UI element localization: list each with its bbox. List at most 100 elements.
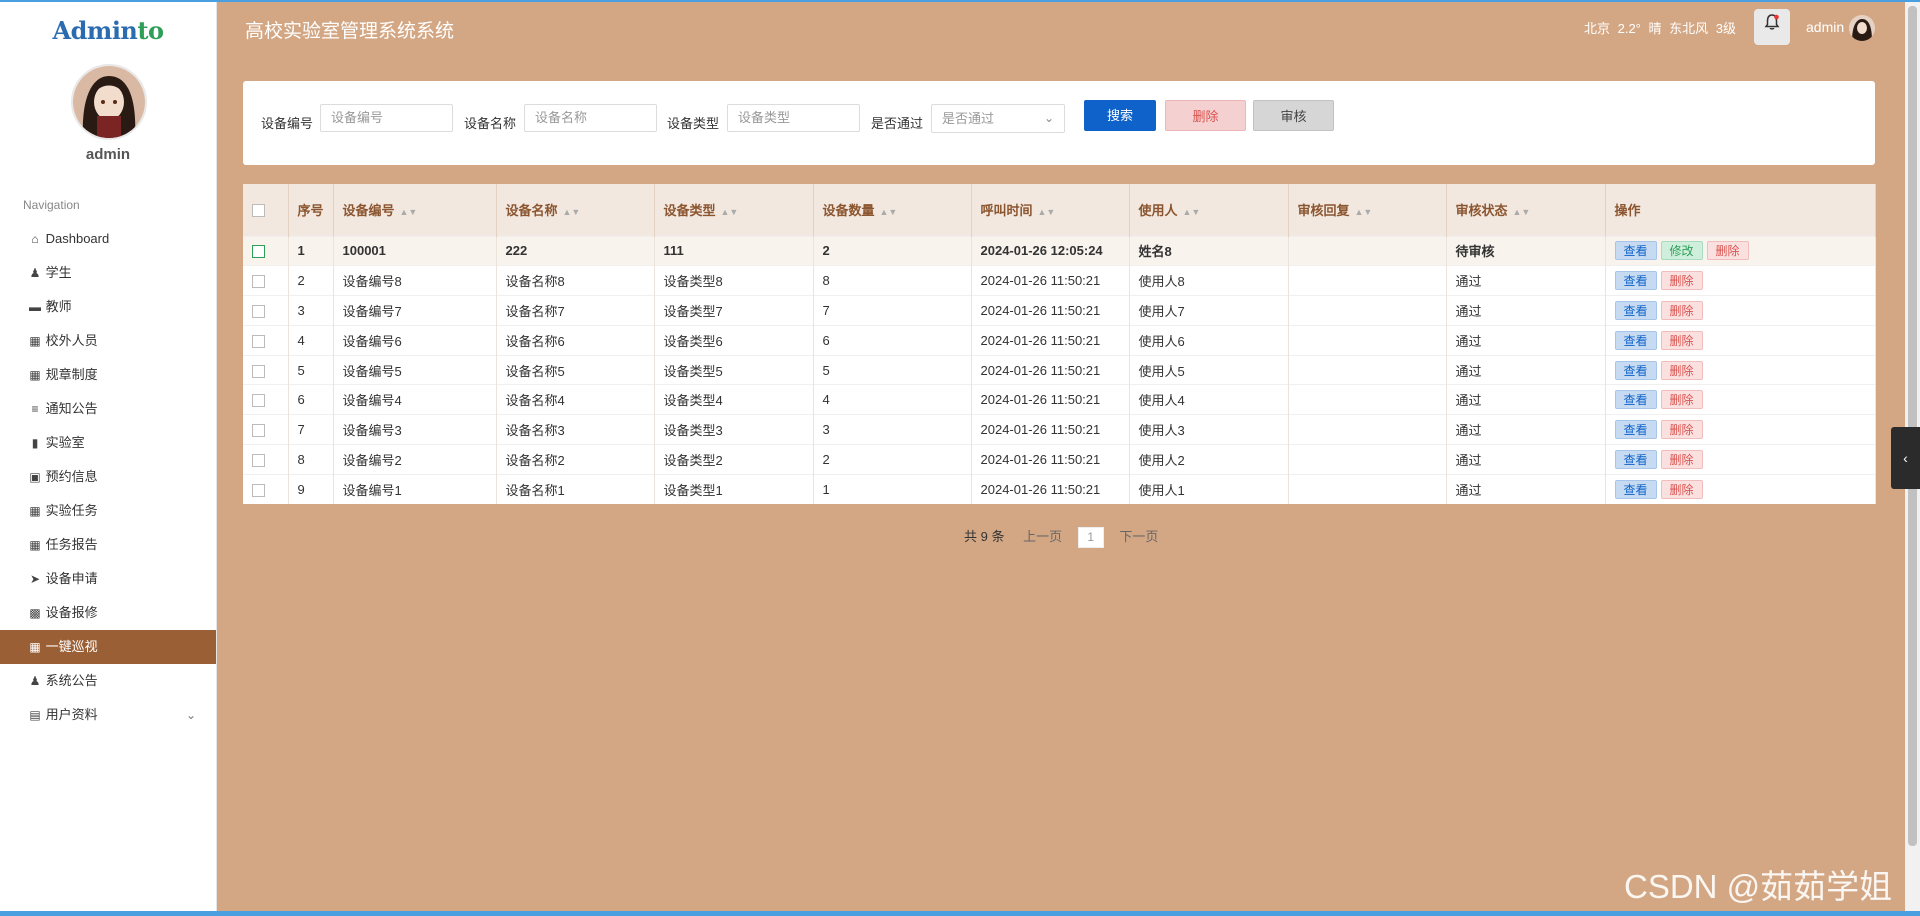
table-header-row: 序号 设备编号 ▲▼ 设备名称 ▲▼ 设备类型 ▲▼ 设备数量 ▲▼ 呼叫时间 ▲▼ 使用… [243, 184, 1876, 236]
sidebar-item-equipment-apply[interactable]: ➤ 设备申请 [0, 562, 216, 596]
approved-select[interactable]: 是否通过 ⌄ [931, 104, 1065, 133]
row-checkbox[interactable] [252, 245, 265, 259]
sort-icon[interactable]: ▲▼ [1513, 207, 1531, 217]
search-button[interactable]: 搜索 [1084, 100, 1156, 131]
col-header-time[interactable]: 呼叫时间 ▲▼ [971, 184, 1130, 236]
status-cell: 通过 [1446, 414, 1606, 445]
page-number-1[interactable]: 1 [1077, 527, 1104, 548]
col-header-status[interactable]: 审核状态 ▲▼ [1446, 184, 1606, 236]
sidebar-item-tasks[interactable]: ▦ 实验任务 [0, 494, 216, 528]
row-checkbox[interactable] [252, 484, 265, 498]
view-button[interactable]: 查看 [1614, 360, 1657, 380]
device-type-input[interactable]: 设备类型 [727, 104, 860, 132]
row-select-cell [243, 295, 289, 326]
header-username[interactable]: admin [1806, 19, 1844, 35]
actions-cell: 查看 删除 [1605, 384, 1876, 415]
header-avatar[interactable] [1849, 15, 1875, 41]
sidebar-item-reports[interactable]: ▦ 任务报告 [0, 528, 216, 562]
sidebar-item-patrol[interactable]: ▦ 一键巡视 [0, 630, 216, 664]
device-type-label: 设备类型 [667, 116, 720, 131]
row-checkbox[interactable] [252, 454, 265, 467]
time-cell: 2024-01-26 11:50:21 [971, 325, 1130, 356]
watermark: CSDN @茹茹学姐 [1624, 868, 1893, 905]
col-header-code[interactable]: 设备编号 ▲▼ [333, 184, 497, 236]
bottom-progress-bar [0, 911, 1920, 916]
sidebar-avatar[interactable] [71, 64, 147, 140]
type-cell: 设备类型5 [654, 355, 814, 385]
edit-button[interactable]: 修改 [1660, 241, 1703, 261]
sort-icon[interactable]: ▲▼ [1038, 207, 1056, 217]
view-button[interactable]: 查看 [1614, 420, 1657, 440]
sidebar-item-rules[interactable]: ▦ 规章制度 [0, 358, 216, 392]
view-button[interactable]: 查看 [1614, 300, 1657, 320]
delete-button[interactable]: 删除 [1660, 449, 1703, 469]
col-header-type[interactable]: 设备类型 ▲▼ [654, 184, 814, 236]
sidebar-item-labs[interactable]: ▮ 实验室 [0, 426, 216, 460]
row-select-cell [243, 355, 289, 385]
sort-icon[interactable]: ▲▼ [1355, 207, 1373, 217]
row-checkbox[interactable] [252, 394, 265, 408]
time-cell: 2024-01-26 12:05:24 [971, 236, 1130, 266]
view-button[interactable]: 查看 [1614, 330, 1657, 350]
sidebar-item-user-profile[interactable]: ▤ 用户资料 ⌄ [0, 698, 216, 732]
row-checkbox[interactable] [252, 334, 265, 348]
scrollbar-thumb[interactable] [1908, 6, 1917, 846]
table-row: 1 100001 222 111 2 2024-01-26 12:05:24 姓名8 待审核查… [243, 236, 1876, 266]
view-button[interactable]: 查看 [1614, 480, 1657, 500]
card-icon: ▤ [29, 708, 41, 722]
col-header-qty[interactable]: 设备数量 ▲▼ [813, 184, 972, 236]
sort-icon[interactable]: ▲▼ [1183, 207, 1201, 217]
delete-button[interactable]: 删除 [1660, 300, 1703, 320]
clipboard-icon: ▣ [29, 470, 41, 484]
device-code-input[interactable]: 设备编号 [320, 104, 453, 132]
view-button[interactable]: 查看 [1614, 449, 1657, 469]
sidebar-item-external[interactable]: ▦ 校外人员 [0, 324, 216, 358]
sidebar-item-equipment-repair[interactable]: ▩ 设备报修 [0, 596, 216, 630]
view-button[interactable]: 查看 [1614, 271, 1657, 291]
delete-button[interactable]: 删除 [1706, 241, 1749, 261]
sidebar-item-notices[interactable]: ≡ 通知公告 [0, 392, 216, 426]
delete-button[interactable]: 删除 [1660, 360, 1703, 380]
app-logo[interactable]: Adminto [0, 16, 216, 45]
notification-button[interactable] [1754, 9, 1790, 45]
row-checkbox[interactable] [252, 364, 265, 378]
prev-page-button[interactable]: 上一页 [1023, 529, 1062, 544]
sidebar-item-teachers[interactable]: ▬ 教师 [0, 290, 216, 324]
code-cell: 设备编号7 [333, 295, 497, 326]
sort-icon[interactable]: ▲▼ [563, 207, 581, 217]
sidebar-item-dashboard[interactable]: ⌂ Dashboard [0, 222, 216, 256]
col-header-name[interactable]: 设备名称 ▲▼ [496, 184, 655, 236]
reply-cell [1288, 355, 1447, 385]
delete-button[interactable]: 删除 [1660, 420, 1703, 440]
delete-button[interactable]: 删除 [1660, 271, 1703, 291]
col-header-user[interactable]: 使用人 ▲▼ [1129, 184, 1289, 236]
delete-button[interactable]: 删除 [1660, 480, 1703, 500]
col-header-reply[interactable]: 审核回复 ▲▼ [1288, 184, 1447, 236]
sort-icon[interactable]: ▲▼ [400, 207, 418, 217]
name-cell: 222 [496, 236, 655, 266]
actions-cell: 查看 删除 [1605, 414, 1876, 445]
sidebar-item-students[interactable]: ♟ 学生 [0, 256, 216, 290]
audit-button[interactable]: 审核 [1253, 100, 1334, 131]
grid-icon: ▦ [29, 538, 41, 552]
batch-delete-button[interactable]: 删除 [1165, 100, 1246, 131]
sort-icon[interactable]: ▲▼ [721, 207, 739, 217]
row-checkbox[interactable] [252, 305, 265, 319]
actions-cell: 查看 删除 [1605, 325, 1876, 356]
side-panel-toggle[interactable]: ‹ [1891, 427, 1920, 489]
select-all-checkbox[interactable] [252, 204, 265, 218]
row-checkbox[interactable] [252, 275, 265, 289]
sidebar-item-system-notices[interactable]: ♟ 系统公告 [0, 664, 216, 698]
index-cell: 9 [288, 474, 334, 505]
view-button[interactable]: 查看 [1614, 241, 1657, 261]
next-page-button[interactable]: 下一页 [1119, 529, 1158, 544]
sort-icon[interactable]: ▲▼ [880, 207, 898, 217]
delete-button[interactable]: 删除 [1660, 330, 1703, 350]
code-cell: 设备编号8 [333, 265, 497, 296]
grid-icon: ▦ [29, 504, 41, 518]
row-checkbox[interactable] [252, 424, 265, 438]
sidebar-item-reservations[interactable]: ▣ 预约信息 [0, 460, 216, 494]
device-name-input[interactable]: 设备名称 [524, 104, 657, 132]
view-button[interactable]: 查看 [1614, 390, 1657, 410]
delete-button[interactable]: 删除 [1660, 390, 1703, 410]
